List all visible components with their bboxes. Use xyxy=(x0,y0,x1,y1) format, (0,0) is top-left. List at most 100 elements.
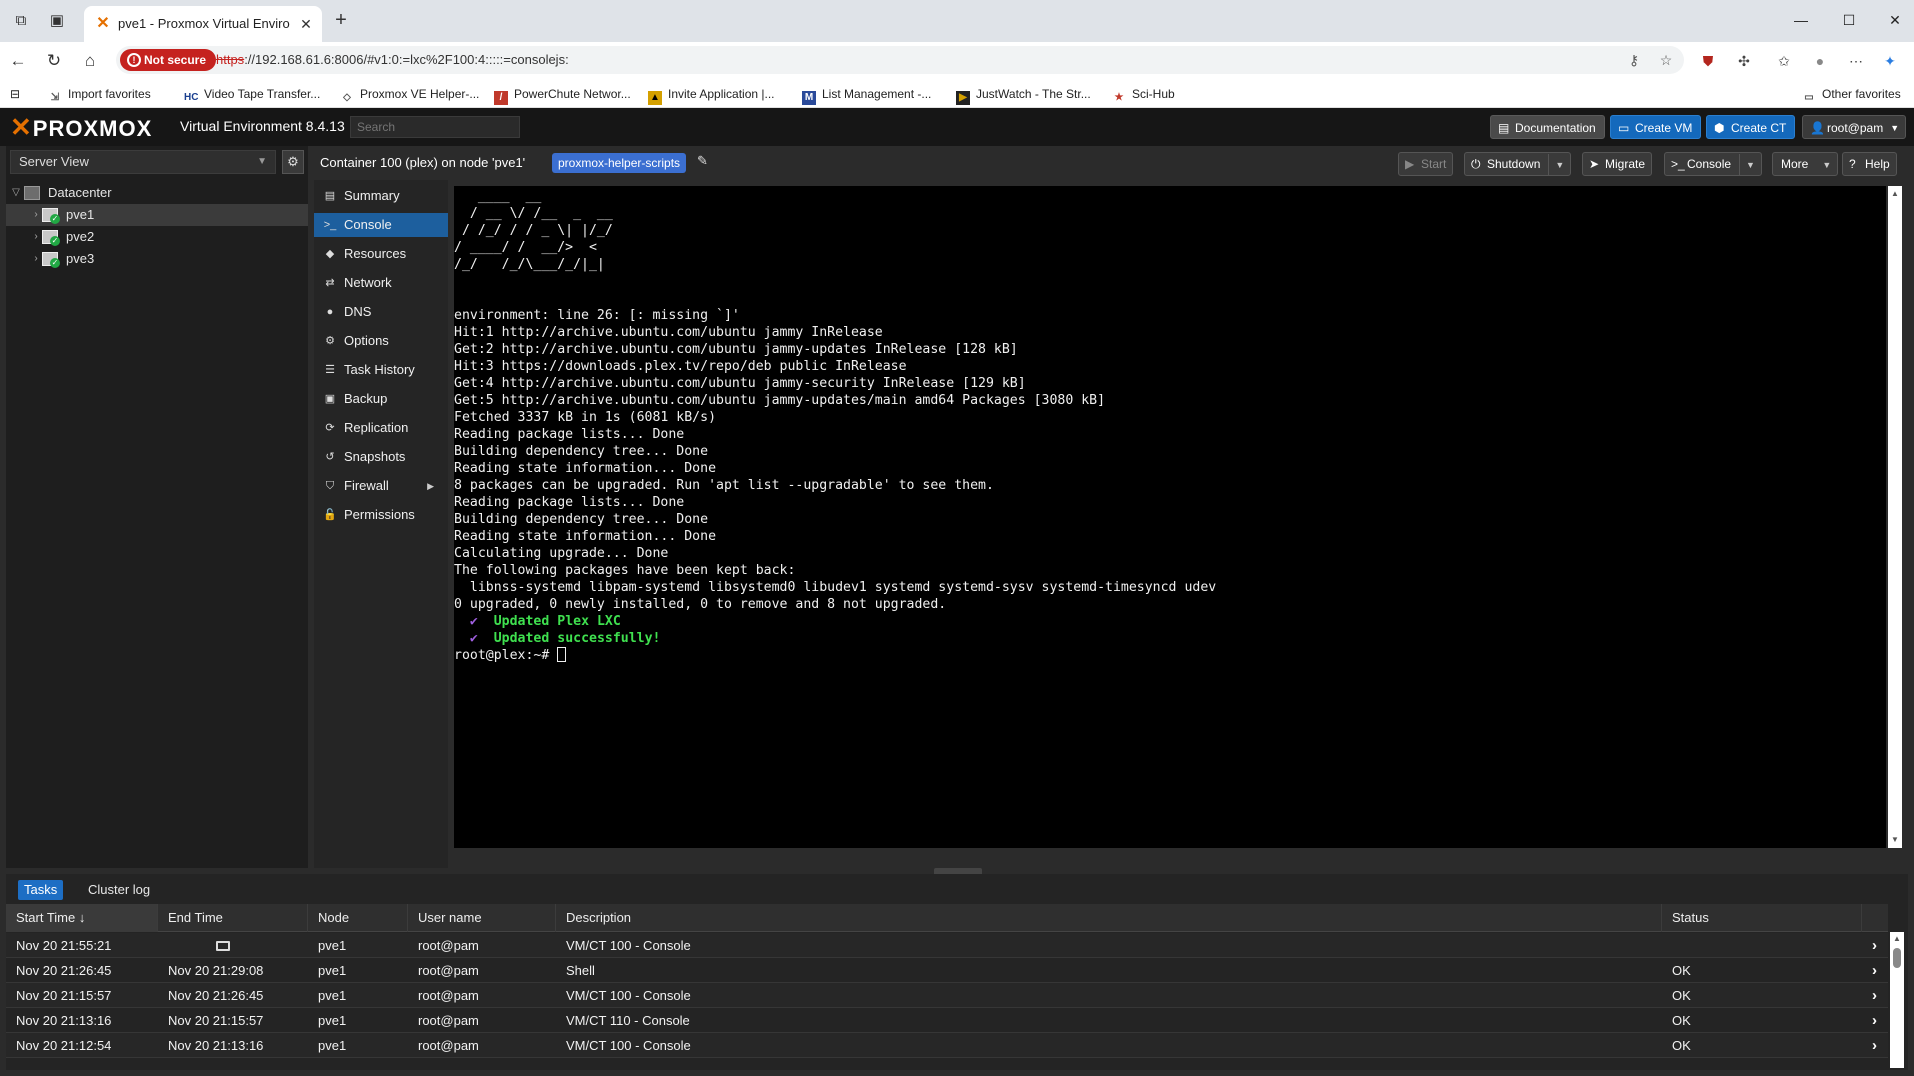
help-button[interactable]: ? Help xyxy=(1842,152,1897,176)
browser-tab-active[interactable]: ✕ pve1 - Proxmox Virtual Environment ✕ xyxy=(84,6,322,42)
tab-close-icon[interactable]: ✕ xyxy=(296,14,316,34)
profile-avatar-icon[interactable]: ● xyxy=(1808,49,1832,73)
tab-actions-icon[interactable]: ▣ xyxy=(46,10,68,32)
cell-desc: Shell xyxy=(566,963,595,978)
shutdown-button[interactable]: ⏻ Shutdown ▼ xyxy=(1464,152,1572,176)
bookmark-7[interactable]: ★ Sci-Hub xyxy=(1112,85,1175,103)
col-user-name[interactable]: User name xyxy=(408,904,556,932)
tab-tasks[interactable]: Tasks xyxy=(18,880,64,900)
not-secure-badge[interactable]: ! Not secure xyxy=(120,49,217,71)
scroll-down-icon[interactable]: ▼ xyxy=(1888,834,1902,846)
start-button[interactable]: ▶ Start xyxy=(1398,152,1454,176)
cell-end: Nov 20 21:26:45 xyxy=(168,988,264,1003)
expand-icon[interactable]: › xyxy=(30,226,42,248)
other-favorites[interactable]: ▭ Other favorites xyxy=(1802,85,1900,103)
menu-item-summary[interactable]: ▤ Summary xyxy=(314,184,448,208)
scroll-up-icon[interactable]: ▲ xyxy=(1888,188,1902,200)
menu-dots-icon[interactable]: ⋯ xyxy=(1844,49,1868,73)
key-icon[interactable]: ⚷ xyxy=(1624,50,1644,70)
scroll-thumb[interactable] xyxy=(1893,948,1901,968)
chevron-down-icon[interactable]: ▼ xyxy=(1548,154,1564,176)
window-close-icon[interactable]: ✕ xyxy=(1880,8,1910,32)
reload-icon[interactable]: ↻ xyxy=(42,49,66,73)
url-bar[interactable]: ! Not secure https://192.168.61.6:8006/#… xyxy=(116,46,1684,74)
menu-item-backup[interactable]: ▣ Backup xyxy=(314,387,448,411)
gear-icon[interactable]: ⚙ xyxy=(282,150,304,174)
create-ct-button[interactable]: ⬢ Create CT xyxy=(1706,115,1796,139)
new-tab-icon[interactable]: + xyxy=(330,10,352,32)
favorites-icon[interactable]: ✩ xyxy=(1772,49,1796,73)
minimize-icon[interactable]: — xyxy=(1786,8,1816,32)
user-menu-button[interactable]: 👤 root@pam ▼ xyxy=(1802,115,1907,139)
home-icon[interactable]: ⌂ xyxy=(78,49,102,73)
sidebar-toggle-icon[interactable]: ⊟ xyxy=(10,85,20,103)
bookmark-6[interactable]: ▶ JustWatch - The Str... xyxy=(956,85,1091,105)
menu-item-firewall[interactable]: ⛉ Firewall ▶ xyxy=(314,474,448,498)
grid-scrollbar[interactable]: ▲ xyxy=(1890,932,1904,1068)
chevron-down-icon: ▼ xyxy=(1890,123,1900,133)
menu-item-network[interactable]: ⇄ Network xyxy=(314,271,448,295)
menu-item-snapshots[interactable]: ↺ Snapshots xyxy=(314,445,448,469)
table-row[interactable]: Nov 20 21:55:21 pve1 root@pam VM/CT 100 - C… xyxy=(6,933,1888,958)
console-button[interactable]: >_ Console ▼ xyxy=(1664,152,1762,176)
bookmark-4[interactable]: ▲ Invite Application |... xyxy=(648,85,775,105)
row-expand-icon[interactable]: › xyxy=(1872,1033,1877,1058)
col-start-time[interactable]: Start Time ↓ xyxy=(6,904,158,932)
menu-item-permissions[interactable]: 🔓 Permissions xyxy=(314,503,448,527)
tab-cluster-log[interactable]: Cluster log xyxy=(82,880,156,900)
favorite-star-icon[interactable]: ☆ xyxy=(1656,50,1676,70)
console-scrollbar[interactable]: ▲ ▼ xyxy=(1888,186,1902,848)
console-line: Building dependency tree... Done xyxy=(454,512,709,527)
pve-search-input[interactable] xyxy=(350,116,520,138)
expand-icon[interactable]: › xyxy=(30,248,42,270)
row-expand-icon[interactable]: › xyxy=(1872,1008,1877,1033)
workspaces-icon[interactable]: ⧉ xyxy=(10,10,32,32)
table-row[interactable]: Nov 20 21:13:16 Nov 20 21:15:57 pve1 root@p… xyxy=(6,1008,1888,1033)
tree-node-pve1[interactable]: › pve1 xyxy=(6,204,308,226)
expand-icon[interactable]: › xyxy=(30,204,42,226)
url-text[interactable]: https://192.168.61.6:8006/#v1:0:=lxc%2F1… xyxy=(216,52,569,67)
menu-item-dns[interactable]: ● DNS xyxy=(314,300,448,324)
copilot-icon[interactable]: ✦ xyxy=(1878,49,1902,73)
row-expand-icon[interactable]: › xyxy=(1872,958,1877,983)
table-row[interactable]: Nov 20 21:15:57 Nov 20 21:26:45 pve1 root@p… xyxy=(6,983,1888,1008)
table-row[interactable]: Nov 20 21:26:45 Nov 20 21:29:08 pve1 root@p… xyxy=(6,958,1888,983)
bookmark-3[interactable]: / PowerChute Networ... xyxy=(494,85,631,105)
scroll-up-icon[interactable]: ▲ xyxy=(1890,934,1904,943)
back-icon[interactable]: ← xyxy=(6,49,30,73)
table-row[interactable]: Nov 20 21:12:54 Nov 20 21:13:16 pve1 root@p… xyxy=(6,1033,1888,1058)
menu-item-task-history[interactable]: ☰ Task History xyxy=(314,358,448,382)
edit-tags-icon[interactable]: ✎ xyxy=(697,153,708,169)
migrate-button[interactable]: ➤ Migrate xyxy=(1582,152,1653,176)
row-expand-icon[interactable]: › xyxy=(1872,933,1877,958)
col-node[interactable]: Node xyxy=(308,904,408,932)
cell-user: root@pam xyxy=(418,988,479,1003)
console-terminal[interactable]: ____ __ / __ \/ /__ _ __ / /_/ / / _ \| … xyxy=(454,186,1886,848)
documentation-button[interactable]: ▤ Documentation xyxy=(1490,115,1605,139)
more-button[interactable]: More ▼ xyxy=(1772,152,1839,176)
menu-item-console[interactable]: >_ Console xyxy=(314,213,448,237)
maximize-icon[interactable]: ☐ xyxy=(1834,8,1864,32)
col-status[interactable]: Status xyxy=(1662,904,1862,932)
row-expand-icon[interactable]: › xyxy=(1872,983,1877,1008)
bookmark-2[interactable]: ◇ Proxmox VE Helper-... xyxy=(340,85,479,103)
proxmox-logo[interactable]: ✕PROXMOX xyxy=(10,113,152,141)
bookmark-5[interactable]: M List Management -... xyxy=(802,85,931,105)
tree-node-pve3[interactable]: › pve3 xyxy=(6,248,308,270)
extensions-icon[interactable]: ✣ xyxy=(1732,49,1756,73)
menu-item-options[interactable]: ⚙ Options xyxy=(314,329,448,353)
tree-datacenter[interactable]: ▽ Datacenter xyxy=(6,182,308,204)
create-vm-button[interactable]: ▭ Create VM xyxy=(1610,115,1702,139)
ublock-icon[interactable]: ⛊ xyxy=(1696,49,1720,73)
col-end-time[interactable]: End Time xyxy=(158,904,308,932)
tag-badge[interactable]: proxmox-helper-scripts xyxy=(552,153,687,173)
menu-item-replication[interactable]: ⟳ Replication xyxy=(314,416,448,440)
collapse-icon[interactable]: ▽ xyxy=(10,182,22,204)
bookmark-0[interactable]: ⇲ Import favorites xyxy=(48,85,151,103)
menu-item-resources[interactable]: ◆ Resources xyxy=(314,242,448,266)
col-description[interactable]: Description xyxy=(556,904,1662,932)
server-view-select[interactable]: Server View ▼ xyxy=(10,150,276,174)
chevron-down-icon[interactable]: ▼ xyxy=(1739,154,1755,176)
bookmark-1[interactable]: HC Video Tape Transfer... xyxy=(184,85,320,103)
tree-node-pve2[interactable]: › pve2 xyxy=(6,226,308,248)
